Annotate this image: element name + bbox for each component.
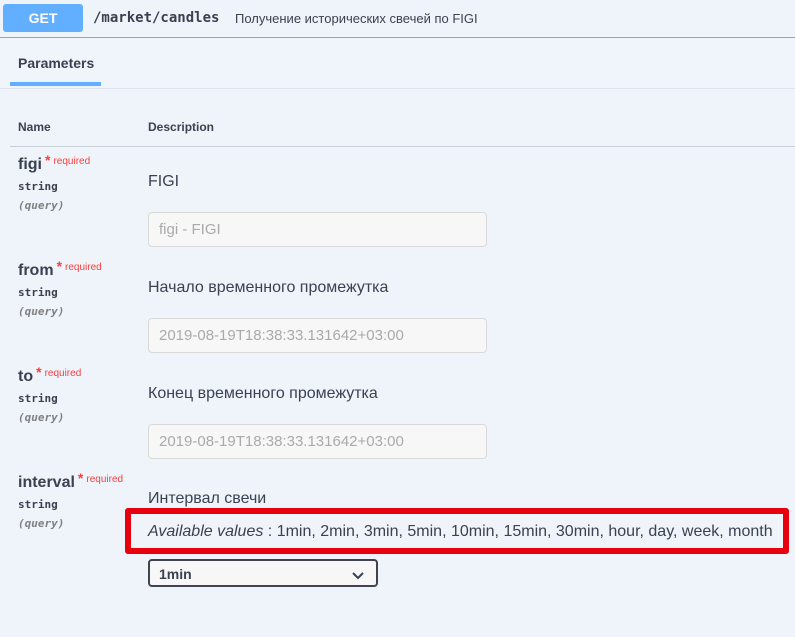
endpoint-description: Получение исторических свечей по FIGI <box>235 11 478 26</box>
param-location: (query) <box>18 411 65 424</box>
header-divider <box>10 146 795 147</box>
param-name-text: to <box>18 368 34 385</box>
from-input[interactable] <box>148 318 487 353</box>
to-input[interactable] <box>148 424 487 459</box>
param-description: Интервал свечи <box>148 490 267 507</box>
param-description: FIGI <box>148 173 180 190</box>
available-values-label: Available values <box>148 523 264 540</box>
column-header-description: Description <box>148 120 215 134</box>
interval-select[interactable]: 1min <box>148 559 378 587</box>
param-name-text: figi <box>18 156 42 173</box>
param-type: string <box>18 180 58 193</box>
param-location: (query) <box>18 305 65 318</box>
param-type: string <box>18 392 58 405</box>
chevron-down-icon <box>352 568 364 586</box>
interval-select-value: 1min <box>159 566 192 582</box>
available-values: Available values : 1min, 2min, 3min, 5mi… <box>148 523 773 541</box>
tab-header: Parameters <box>0 38 795 89</box>
param-name-from: from * required <box>18 258 102 280</box>
required-label: required <box>86 474 124 485</box>
param-name-text: interval <box>18 474 75 491</box>
param-location: (query) <box>18 199 65 212</box>
method-badge: GET <box>3 4 83 32</box>
opblock-summary[interactable]: GET /market/candles Получение историческ… <box>0 0 795 38</box>
required-star: * <box>36 364 42 380</box>
figi-input[interactable] <box>148 212 487 247</box>
param-name-text: from <box>18 262 54 279</box>
param-location: (query) <box>18 517 65 530</box>
required-label: required <box>65 262 102 273</box>
param-description: Начало временного промежутка <box>148 279 389 296</box>
required-label: required <box>44 368 82 379</box>
param-description: Конец временного промежутка <box>148 385 378 402</box>
endpoint-path: /market/candles <box>93 10 220 26</box>
tab-parameters[interactable]: Parameters <box>10 38 101 86</box>
required-label: required <box>53 156 91 167</box>
required-star: * <box>45 152 51 168</box>
param-name-to: to * required <box>18 364 82 386</box>
param-name-interval: interval * required <box>18 470 124 492</box>
param-type: string <box>18 498 58 511</box>
param-type: string <box>18 286 58 299</box>
required-star: * <box>56 258 63 274</box>
column-header-name: Name <box>18 120 51 134</box>
available-values-list: : 1min, 2min, 3min, 5min, 10min, 15min, … <box>267 523 773 540</box>
required-star: * <box>77 470 84 486</box>
tab-parameters-label: Parameters <box>18 55 95 71</box>
param-name-figi: figi * required <box>18 152 91 174</box>
